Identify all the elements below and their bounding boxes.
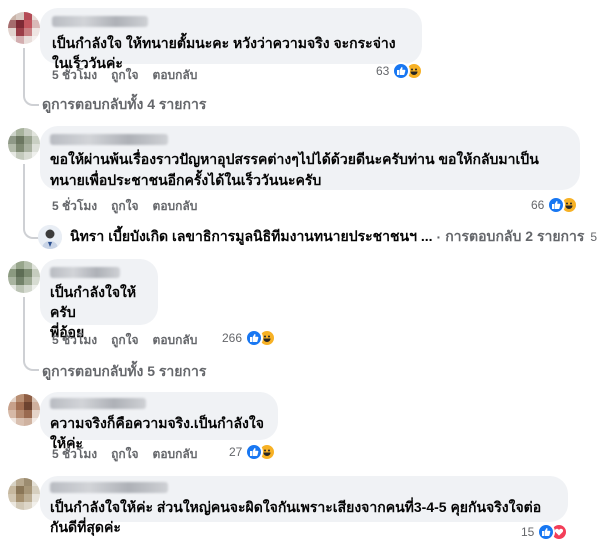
- thread-connector: [23, 353, 39, 371]
- reaction-count: 66: [531, 198, 545, 212]
- comment-actions: 5 ชั่วโมง ถูกใจ ตอบกลับ: [52, 197, 197, 216]
- comment-text: เป็นกำลังใจให้ค่ะ ส่วนใหญ่คนจะผิดใจกันเพ…: [50, 499, 542, 535]
- reaction-count: 27: [229, 445, 243, 459]
- like-button[interactable]: ถูกใจ: [111, 445, 138, 464]
- comment-bubble: เป็นกำลังใจให้ค่ะ ส่วนใหญ่คนจะผิดใจกันเพ…: [40, 476, 568, 535]
- reply-button[interactable]: ตอบกลับ: [153, 197, 198, 216]
- avatar[interactable]: [8, 12, 40, 44]
- thread-connector: [23, 88, 39, 106]
- comment-time[interactable]: 5 ชั่วโมง: [52, 445, 97, 464]
- reaction-summary[interactable]: 27: [229, 443, 277, 461]
- avatar[interactable]: [8, 394, 40, 426]
- thread-line: [23, 297, 25, 355]
- reply-preview[interactable]: นิทรา เบี้ยบังเกิด เลขาธิการมูลนิธิทีมงา…: [38, 225, 600, 249]
- comment-time[interactable]: 5 ชั่วโมง: [52, 331, 97, 350]
- thread-connector: [23, 222, 39, 239]
- reply-button[interactable]: ตอบกลับ: [153, 331, 198, 350]
- thread-line: [23, 48, 25, 90]
- author-name-redacted[interactable]: [50, 134, 168, 145]
- like-button[interactable]: ถูกใจ: [111, 66, 138, 85]
- author-name-redacted[interactable]: [50, 267, 120, 278]
- reaction-summary[interactable]: 266: [222, 329, 277, 347]
- separator-dot: ·: [436, 229, 442, 245]
- comment-text: เป็นกำลังใจให้ครับ: [50, 284, 137, 320]
- reaction-summary[interactable]: 63: [376, 62, 424, 80]
- comment-bubble: ขอให้ผ่านพ้นเรื่องราวปัญหาอุปสรรคต่างๆไป…: [40, 126, 580, 190]
- view-replies-link[interactable]: ดูการตอบกลับทั้ง 4 รายการ: [42, 94, 206, 116]
- avatar[interactable]: [8, 128, 40, 160]
- comment-actions: 5 ชั่วโมง ถูกใจ ตอบกลับ: [52, 66, 197, 85]
- reply-avatar[interactable]: [38, 225, 62, 249]
- comment-time[interactable]: 5 ชั่วโมง: [52, 66, 97, 85]
- avatar[interactable]: [8, 261, 40, 293]
- like-button[interactable]: ถูกใจ: [111, 197, 138, 216]
- reaction-count: 63: [376, 64, 390, 78]
- comment-actions: 5 ชั่วโมง ถูกใจ ตอบกลับ: [52, 445, 197, 464]
- comment-bubble: เป็นกำลังใจ ให้ทนายตั้มนะคะ หวังว่าความจ…: [40, 8, 422, 71]
- reaction-count: 266: [222, 331, 243, 345]
- reply-time[interactable]: 5 ชั่วโม: [590, 228, 600, 247]
- thread-line: [23, 164, 25, 224]
- author-name-redacted[interactable]: [50, 398, 146, 409]
- reaction-count: 15: [521, 525, 535, 539]
- comment-bubble: ความจริงก็คือความจริง.เป็นกำลังใจให้ค่ะ: [40, 392, 278, 451]
- reply-count-link[interactable]: การตอบกลับ 2 รายการ: [445, 226, 584, 248]
- reply-button[interactable]: ตอบกลับ: [153, 66, 198, 85]
- like-button[interactable]: ถูกใจ: [111, 331, 138, 350]
- author-name-redacted[interactable]: [50, 482, 168, 493]
- avatar[interactable]: [8, 478, 40, 510]
- reaction-summary[interactable]: 15: [521, 523, 569, 541]
- view-replies-link[interactable]: ดูการตอบกลับทั้ง 5 รายการ: [42, 361, 206, 383]
- reply-text: เบี้ยบังเกิด เลขาธิการมูลนิธิทีมงานทนายป…: [108, 228, 433, 244]
- comment-bubble: เป็นกำลังใจให้ครับ พี่อ้อย: [40, 259, 158, 340]
- comment-text: ขอให้ผ่านพ้นเรื่องราวปัญหาอุปสรรคต่างๆไป…: [50, 151, 539, 188]
- like-icon: [245, 329, 264, 347]
- reaction-summary[interactable]: 66: [531, 196, 579, 214]
- author-name-redacted[interactable]: [52, 16, 148, 27]
- reply-author-name[interactable]: นิทรา: [70, 226, 104, 248]
- comment-time[interactable]: 5 ชั่วโมง: [52, 197, 97, 216]
- reply-button[interactable]: ตอบกลับ: [153, 445, 198, 464]
- comment-actions: 5 ชั่วโมง ถูกใจ ตอบกลับ: [52, 331, 197, 350]
